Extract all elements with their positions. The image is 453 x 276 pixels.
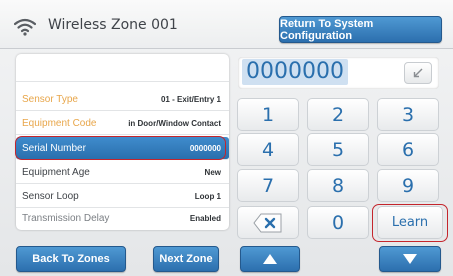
field-value: Enabled — [189, 214, 221, 223]
key-2[interactable]: 2 — [307, 98, 369, 131]
wifi-icon — [14, 18, 36, 36]
return-to-system-configuration-button[interactable]: Return To System Configuration — [279, 16, 442, 43]
key-7[interactable]: 7 — [237, 169, 299, 202]
serial-number-highlight — [15, 136, 226, 160]
field-label: Sensor Loop — [22, 190, 79, 202]
key-6[interactable]: 6 — [377, 133, 439, 166]
top-bar: Wireless Zone 001 Return To System Confi… — [0, 0, 453, 49]
page-title: Wireless Zone 001 — [48, 17, 178, 33]
field-value: 01 - Exit/Entry 1 — [160, 94, 221, 104]
field-row-sensor-loop[interactable]: Sensor Loop Loop 1 — [16, 185, 229, 208]
field-row-blank[interactable] — [16, 54, 229, 82]
field-label: Equipment Code — [22, 117, 97, 129]
field-row-transmission-delay[interactable]: Transmission Delay Enabled — [16, 207, 229, 230]
field-label: Sensor Type — [22, 93, 78, 105]
up-arrow-icon — [263, 254, 277, 264]
next-zone-button[interactable]: Next Zone — [153, 246, 219, 272]
key-0[interactable]: 0 — [307, 206, 369, 239]
key-1[interactable]: 1 — [237, 98, 299, 131]
backspace-button[interactable] — [404, 62, 432, 84]
key-3[interactable]: 3 — [377, 98, 439, 131]
display-value: 0000000 — [242, 59, 348, 85]
field-label: Equipment Age — [22, 166, 90, 178]
field-row-sensor-type[interactable]: Sensor Type 01 - Exit/Entry 1 — [16, 88, 229, 111]
down-arrow-icon — [403, 254, 417, 264]
scroll-up-button[interactable] — [240, 246, 300, 272]
key-5[interactable]: 5 — [307, 133, 369, 166]
field-row-equipment-age[interactable]: Equipment Age New — [16, 161, 229, 184]
backspace-arrow-icon — [413, 68, 423, 78]
key-4[interactable]: 4 — [237, 133, 299, 166]
key-8[interactable]: 8 — [307, 169, 369, 202]
learn-highlight — [372, 204, 448, 242]
field-value: in Door/Window Contact — [128, 118, 221, 128]
scroll-down-button[interactable] — [379, 246, 441, 272]
field-row-equipment-code[interactable]: Equipment Code in Door/Window Contact — [16, 112, 229, 135]
clear-x-icon — [253, 213, 282, 232]
key-9[interactable]: 9 — [377, 169, 439, 202]
field-value: Loop 1 — [194, 191, 221, 201]
clear-button[interactable] — [237, 206, 299, 239]
back-to-zones-button[interactable]: Back To Zones — [16, 246, 126, 272]
field-value: New — [204, 167, 221, 177]
field-label: Transmission Delay — [22, 213, 110, 224]
